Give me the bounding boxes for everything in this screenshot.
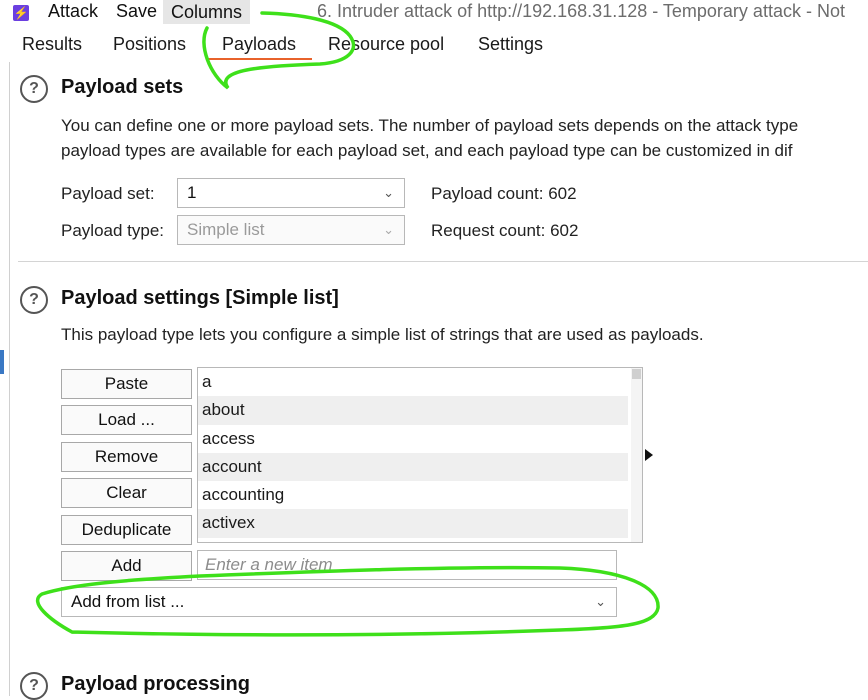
- list-item[interactable]: about: [198, 396, 628, 425]
- help-icon[interactable]: ?: [20, 75, 48, 103]
- list-item[interactable]: a: [198, 368, 628, 396]
- list-scrollbar-thumb[interactable]: [632, 369, 641, 379]
- section-divider: [18, 261, 868, 262]
- tab-settings[interactable]: Settings: [478, 34, 543, 55]
- tab-results[interactable]: Results: [22, 34, 82, 55]
- load-button[interactable]: Load ...: [61, 405, 192, 435]
- tab-resource-pool[interactable]: Resource pool: [328, 34, 444, 55]
- payload-set-label: Payload set:: [61, 184, 155, 203]
- burp-lightning-icon: ⚡: [13, 5, 29, 21]
- add-from-list-select[interactable]: Add from list ... ⌄: [61, 587, 617, 617]
- tab-bar: Results Positions Payloads Resource pool…: [0, 28, 868, 62]
- window-title: 6. Intruder attack of http://192.168.31.…: [317, 1, 845, 21]
- active-tab-indicator: [207, 58, 312, 60]
- payload-type-label: Payload type:: [61, 221, 165, 240]
- list-item[interactable]: access: [198, 425, 628, 453]
- payload-set-value: 1: [187, 183, 197, 202]
- deduplicate-button[interactable]: Deduplicate: [61, 515, 192, 545]
- help-icon[interactable]: ?: [20, 286, 48, 314]
- chevron-down-icon: ⌄: [595, 594, 606, 609]
- add-from-list-value: Add from list ...: [71, 592, 185, 611]
- payload-type-select[interactable]: Simple list ⌄: [177, 215, 405, 245]
- request-count: Request count: 602: [431, 221, 579, 240]
- tab-payloads[interactable]: Payloads: [222, 34, 296, 55]
- menu-attack[interactable]: Attack: [48, 1, 98, 22]
- payload-sets-description-line2: payload types are available for each pay…: [61, 141, 793, 160]
- list-scrollbar[interactable]: [631, 368, 642, 542]
- new-item-input[interactable]: [197, 550, 617, 580]
- menu-columns[interactable]: Columns: [163, 0, 251, 24]
- payload-count: Payload count: 602: [431, 184, 577, 203]
- left-panel-marker: [0, 350, 4, 374]
- payload-processing-title: Payload processing: [61, 673, 250, 695]
- payload-sets-description-line1: You can define one or more payload sets.…: [61, 116, 799, 135]
- add-button[interactable]: Add: [61, 551, 192, 581]
- left-panel-edge: [0, 62, 10, 696]
- list-item[interactable]: account: [198, 452, 628, 482]
- payload-list[interactable]: a about access account accounting active…: [197, 367, 643, 543]
- list-item[interactable]: activex: [198, 509, 628, 538]
- chevron-down-icon: ⌄: [383, 222, 394, 237]
- payload-settings-description: This payload type lets you configure a s…: [61, 325, 704, 344]
- clear-button[interactable]: Clear: [61, 478, 192, 508]
- expand-arrow-icon[interactable]: [645, 449, 653, 461]
- paste-button[interactable]: Paste: [61, 369, 192, 399]
- remove-button[interactable]: Remove: [61, 442, 192, 472]
- menubar: ⚡ Attack Save Columns 6. Intruder attack…: [0, 0, 868, 26]
- payload-type-value: Simple list: [187, 220, 265, 239]
- payload-settings-title: Payload settings [Simple list]: [61, 287, 339, 309]
- tab-positions[interactable]: Positions: [113, 34, 186, 55]
- payload-set-select[interactable]: 1 ⌄: [177, 178, 405, 208]
- list-item[interactable]: accounting: [198, 481, 628, 509]
- chevron-down-icon: ⌄: [383, 185, 394, 200]
- payload-sets-title: Payload sets: [61, 76, 184, 98]
- menu-save[interactable]: Save: [116, 1, 157, 22]
